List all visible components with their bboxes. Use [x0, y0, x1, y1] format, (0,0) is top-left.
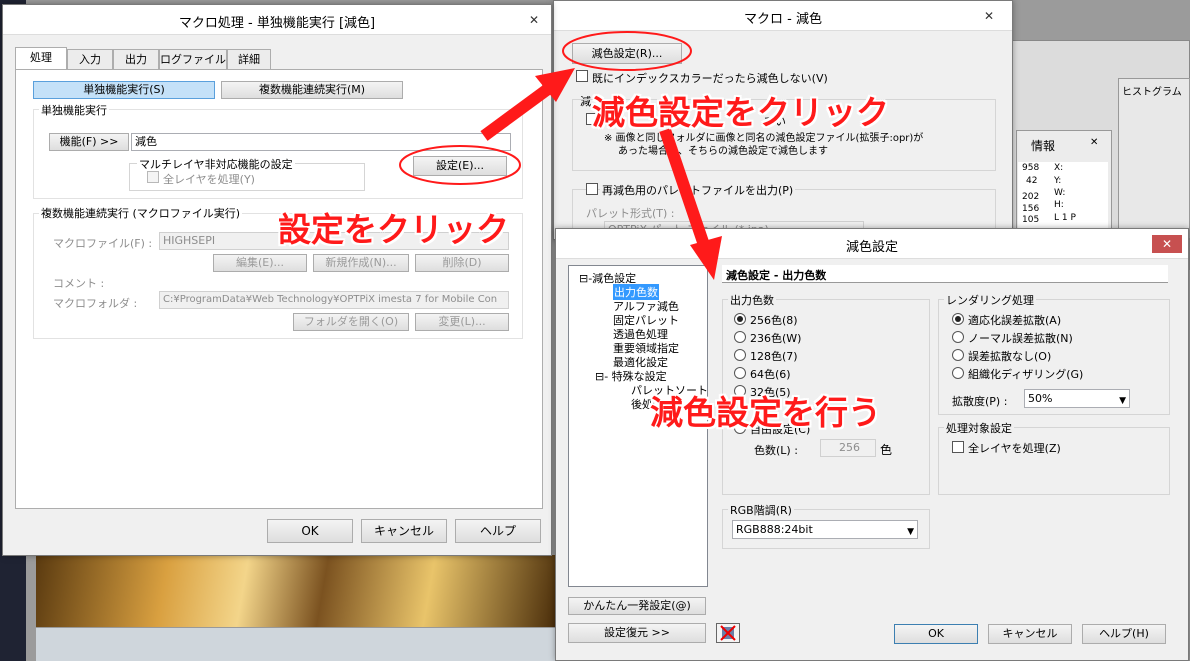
annotation-do-reduce: 減色設定を行う — [650, 393, 881, 432]
highlight-ellipse-settings — [399, 145, 521, 185]
highlight-ellipse-reduce-settings — [562, 31, 692, 71]
annotation-setting-click: 設定をクリック — [278, 210, 509, 249]
arrow-head-down — [690, 236, 722, 280]
arrow-shaft-down — [659, 128, 711, 250]
arrow-shaft-up — [480, 81, 556, 141]
annotation-reduce-click: 減色設定をクリック — [592, 93, 889, 132]
